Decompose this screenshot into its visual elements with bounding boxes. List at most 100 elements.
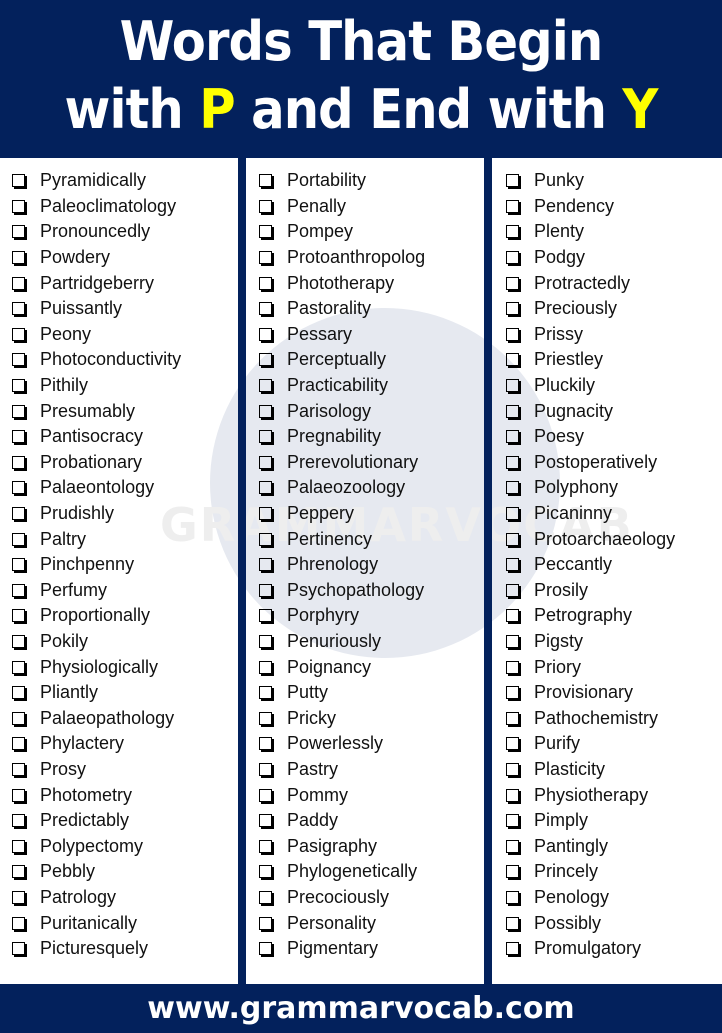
empty-checkbox-icon[interactable] (506, 251, 519, 265)
empty-checkbox-icon[interactable] (506, 788, 519, 802)
empty-checkbox-icon[interactable] (506, 558, 519, 572)
empty-checkbox-icon[interactable] (506, 481, 519, 495)
empty-checkbox-icon[interactable] (259, 634, 272, 648)
empty-checkbox-icon[interactable] (12, 814, 25, 828)
list-item: Poesy (506, 424, 675, 450)
empty-checkbox-icon[interactable] (506, 379, 519, 393)
empty-checkbox-icon[interactable] (12, 737, 25, 751)
empty-checkbox-icon[interactable] (506, 865, 519, 879)
empty-checkbox-icon[interactable] (12, 532, 25, 546)
empty-checkbox-icon[interactable] (259, 916, 272, 930)
empty-checkbox-icon[interactable] (12, 558, 25, 572)
empty-checkbox-icon[interactable] (259, 507, 272, 521)
empty-checkbox-icon[interactable] (506, 302, 519, 316)
empty-checkbox-icon[interactable] (12, 455, 25, 469)
empty-checkbox-icon[interactable] (506, 916, 519, 930)
list-item: Pastorality (259, 296, 425, 322)
empty-checkbox-icon[interactable] (12, 507, 25, 521)
empty-checkbox-icon[interactable] (12, 686, 25, 700)
empty-checkbox-icon[interactable] (12, 583, 25, 597)
empty-checkbox-icon[interactable] (12, 942, 25, 956)
empty-checkbox-icon[interactable] (259, 839, 272, 853)
empty-checkbox-icon[interactable] (506, 711, 519, 725)
empty-checkbox-icon[interactable] (506, 890, 519, 904)
empty-checkbox-icon[interactable] (12, 660, 25, 674)
empty-checkbox-icon[interactable] (506, 660, 519, 674)
empty-checkbox-icon[interactable] (12, 609, 25, 623)
empty-checkbox-icon[interactable] (259, 327, 272, 341)
empty-checkbox-icon[interactable] (506, 174, 519, 188)
empty-checkbox-icon[interactable] (259, 788, 272, 802)
empty-checkbox-icon[interactable] (259, 251, 272, 265)
empty-checkbox-icon[interactable] (12, 890, 25, 904)
empty-checkbox-icon[interactable] (506, 276, 519, 290)
word-text: Pasigraphy (287, 835, 378, 856)
empty-checkbox-icon[interactable] (259, 225, 272, 239)
empty-checkbox-icon[interactable] (12, 404, 25, 418)
empty-checkbox-icon[interactable] (259, 865, 272, 879)
empty-checkbox-icon[interactable] (12, 276, 25, 290)
empty-checkbox-icon[interactable] (259, 942, 272, 956)
empty-checkbox-icon[interactable] (506, 199, 519, 213)
empty-checkbox-icon[interactable] (259, 404, 272, 418)
empty-checkbox-icon[interactable] (12, 174, 25, 188)
word-text: Peccantly (534, 554, 613, 575)
empty-checkbox-icon[interactable] (506, 634, 519, 648)
empty-checkbox-icon[interactable] (506, 686, 519, 700)
empty-checkbox-icon[interactable] (12, 634, 25, 648)
empty-checkbox-icon[interactable] (506, 762, 519, 776)
empty-checkbox-icon[interactable] (506, 404, 519, 418)
empty-checkbox-icon[interactable] (259, 660, 272, 674)
empty-checkbox-icon[interactable] (12, 762, 25, 776)
empty-checkbox-icon[interactable] (259, 199, 272, 213)
empty-checkbox-icon[interactable] (12, 481, 25, 495)
empty-checkbox-icon[interactable] (259, 481, 272, 495)
empty-checkbox-icon[interactable] (506, 507, 519, 521)
empty-checkbox-icon[interactable] (12, 225, 25, 239)
empty-checkbox-icon[interactable] (506, 430, 519, 444)
empty-checkbox-icon[interactable] (259, 353, 272, 367)
empty-checkbox-icon[interactable] (12, 302, 25, 316)
empty-checkbox-icon[interactable] (506, 327, 519, 341)
empty-checkbox-icon[interactable] (259, 558, 272, 572)
empty-checkbox-icon[interactable] (12, 199, 25, 213)
empty-checkbox-icon[interactable] (12, 379, 25, 393)
empty-checkbox-icon[interactable] (259, 711, 272, 725)
empty-checkbox-icon[interactable] (12, 865, 25, 879)
empty-checkbox-icon[interactable] (12, 711, 25, 725)
empty-checkbox-icon[interactable] (12, 327, 25, 341)
empty-checkbox-icon[interactable] (12, 251, 25, 265)
empty-checkbox-icon[interactable] (259, 379, 272, 393)
empty-checkbox-icon[interactable] (506, 532, 519, 546)
empty-checkbox-icon[interactable] (506, 455, 519, 469)
empty-checkbox-icon[interactable] (12, 430, 25, 444)
empty-checkbox-icon[interactable] (259, 609, 272, 623)
empty-checkbox-icon[interactable] (259, 583, 272, 597)
empty-checkbox-icon[interactable] (12, 353, 25, 367)
empty-checkbox-icon[interactable] (506, 737, 519, 751)
empty-checkbox-icon[interactable] (12, 839, 25, 853)
empty-checkbox-icon[interactable] (506, 583, 519, 597)
empty-checkbox-icon[interactable] (506, 942, 519, 956)
empty-checkbox-icon[interactable] (259, 276, 272, 290)
empty-checkbox-icon[interactable] (259, 532, 272, 546)
empty-checkbox-icon[interactable] (506, 609, 519, 623)
empty-checkbox-icon[interactable] (259, 890, 272, 904)
list-item: Pimply (506, 808, 675, 834)
empty-checkbox-icon[interactable] (259, 174, 272, 188)
empty-checkbox-icon[interactable] (259, 302, 272, 316)
empty-checkbox-icon[interactable] (259, 737, 272, 751)
empty-checkbox-icon[interactable] (12, 916, 25, 930)
empty-checkbox-icon[interactable] (12, 788, 25, 802)
empty-checkbox-icon[interactable] (506, 353, 519, 367)
empty-checkbox-icon[interactable] (259, 430, 272, 444)
empty-checkbox-icon[interactable] (506, 814, 519, 828)
empty-checkbox-icon[interactable] (506, 225, 519, 239)
empty-checkbox-icon[interactable] (259, 455, 272, 469)
empty-checkbox-icon[interactable] (259, 762, 272, 776)
empty-checkbox-icon[interactable] (506, 839, 519, 853)
empty-checkbox-icon[interactable] (259, 686, 272, 700)
list-item: Possibly (506, 910, 675, 936)
website-url[interactable]: www.grammarvocab.com (147, 991, 574, 1026)
empty-checkbox-icon[interactable] (259, 814, 272, 828)
